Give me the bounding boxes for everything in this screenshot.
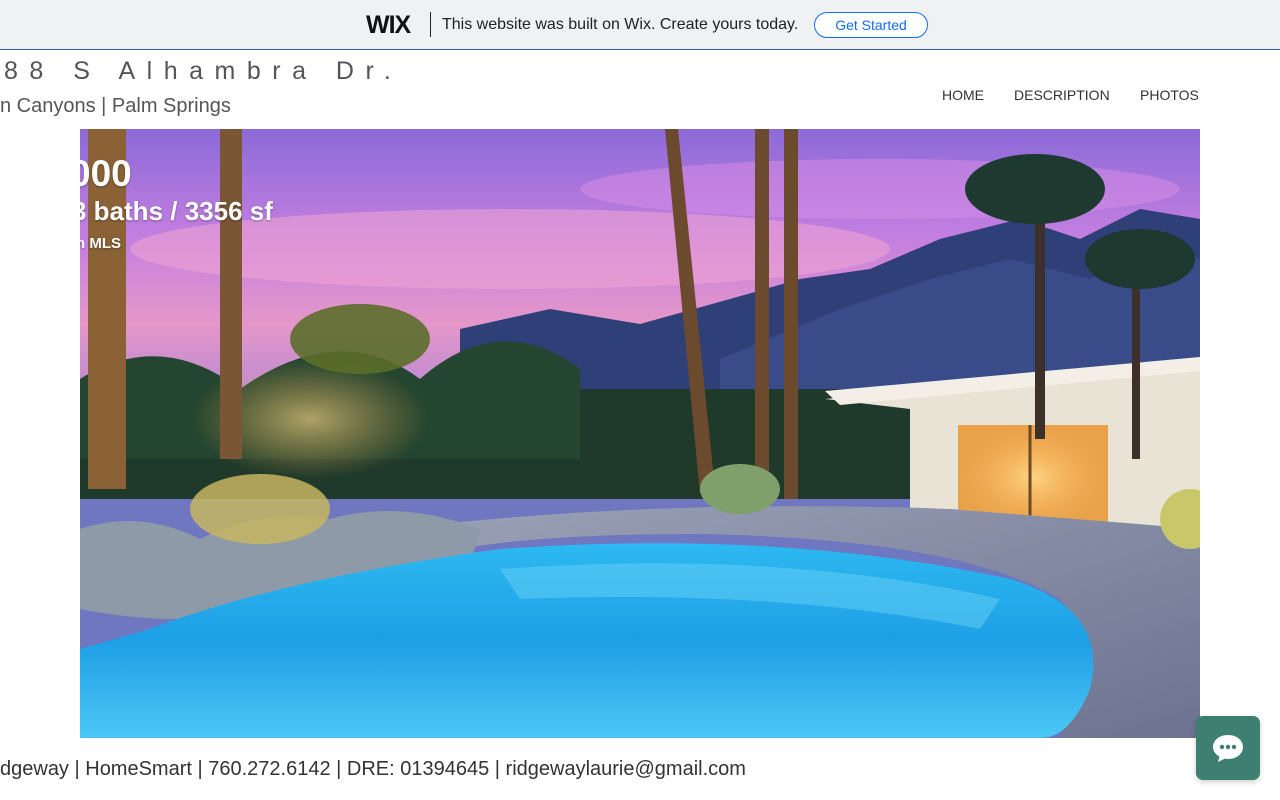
banner-message: This website was built on Wix. Create yo… — [442, 16, 799, 33]
listing-price: 000 — [80, 153, 132, 194]
hero-image: 000 3 baths / 3356 sf n MLS — [80, 129, 1200, 738]
main-nav: HOME DESCRIPTION PHOTOS — [0, 86, 1280, 106]
listing-specs: 3 baths / 3356 sf — [80, 196, 273, 226]
chat-button[interactable] — [1196, 716, 1260, 780]
chat-bubble-icon — [1213, 735, 1243, 762]
wix-promo-banner: WIX This website was built on Wix. Creat… — [0, 0, 1280, 50]
site-title[interactable]: 88 S Alhambra Dr. — [4, 56, 402, 86]
wix-logo[interactable]: WIX — [366, 10, 411, 40]
nav-description[interactable]: DESCRIPTION — [1014, 86, 1110, 104]
banner-divider — [430, 12, 431, 37]
nav-photos[interactable]: PHOTOS — [1140, 86, 1199, 104]
contact-line: dgeway | HomeSmart | 760.272.6142 | DRE:… — [0, 758, 746, 780]
nav-home[interactable]: HOME — [942, 86, 984, 104]
get-started-button[interactable]: Get Started — [814, 12, 928, 38]
listing-mls: n MLS — [80, 235, 121, 252]
